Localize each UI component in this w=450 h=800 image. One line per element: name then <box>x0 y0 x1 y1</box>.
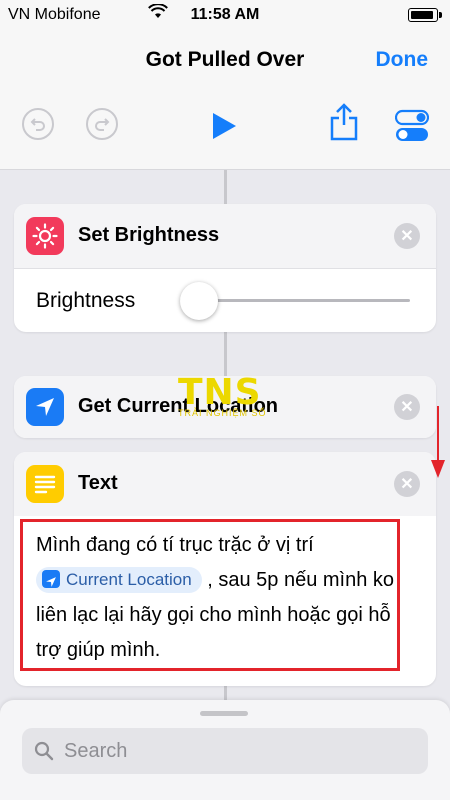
brightness-icon <box>26 217 64 255</box>
variable-label: Current Location <box>66 570 192 589</box>
share-icon[interactable] <box>326 103 362 141</box>
close-icon: ✕ <box>400 399 414 416</box>
watermark-logo-text: TNS <box>178 372 262 413</box>
brightness-label: Brightness <box>36 289 136 312</box>
text-content-part1: Mình đang có tí trục trặc ở vị trí <box>36 534 314 556</box>
status-bar: VN Mobifone 11:58 AM <box>0 0 450 32</box>
flow-connector <box>224 332 227 376</box>
location-arrow-icon <box>26 388 64 426</box>
brightness-param-row: Brightness <box>14 269 436 332</box>
text-body: Mình đang có tí trục trặc ở vị trí Curre… <box>14 516 436 686</box>
current-location-variable[interactable]: Current Location <box>36 567 202 593</box>
close-icon: ✕ <box>400 476 414 493</box>
search-placeholder: Search <box>64 740 128 762</box>
remove-action-button[interactable]: ✕ <box>394 394 420 420</box>
brightness-slider-knob[interactable] <box>180 282 218 320</box>
remove-action-button[interactable]: ✕ <box>394 471 420 497</box>
text-input-field[interactable]: Mình đang có tí trục trặc ở vị trí Curre… <box>36 528 396 668</box>
red-arrow-icon <box>431 406 445 478</box>
status-time: 11:58 AM <box>190 6 260 23</box>
redo-icon[interactable] <box>86 108 118 140</box>
close-icon: ✕ <box>400 228 414 245</box>
watermark-tagline: TRẢI NGHIỆM SỐ <box>178 408 267 418</box>
search-input[interactable]: Search <box>22 728 428 774</box>
action-card-text[interactable]: Text ✕ Mình đang có tí trục trặc ở vị tr… <box>14 452 436 686</box>
play-icon[interactable] <box>206 108 242 144</box>
undo-icon[interactable] <box>22 108 54 140</box>
done-button[interactable]: Done <box>376 48 429 72</box>
location-arrow-icon <box>42 570 60 588</box>
action-card-set-brightness[interactable]: Set Brightness ✕ Brightness <box>14 204 436 332</box>
action-header[interactable]: Set Brightness ✕ <box>14 204 436 268</box>
remove-action-button[interactable]: ✕ <box>394 223 420 249</box>
action-title: Set Brightness <box>78 224 220 246</box>
settings-toggle-icon[interactable] <box>394 108 430 144</box>
search-icon <box>34 741 54 761</box>
flow-connector <box>224 170 227 204</box>
editor-header: Got Pulled Over Done <box>0 32 450 170</box>
tns-watermark-logo: TNS TRẢI NGHIỆM SỐ <box>178 374 274 424</box>
sheet-grabber[interactable] <box>200 711 248 716</box>
action-header[interactable]: Text ✕ <box>14 452 436 516</box>
flow-connector <box>224 686 227 700</box>
battery-icon <box>408 8 442 22</box>
text-lines-icon <box>26 465 64 503</box>
action-picker-sheet[interactable]: Search <box>0 700 450 800</box>
action-title: Text <box>78 472 118 494</box>
